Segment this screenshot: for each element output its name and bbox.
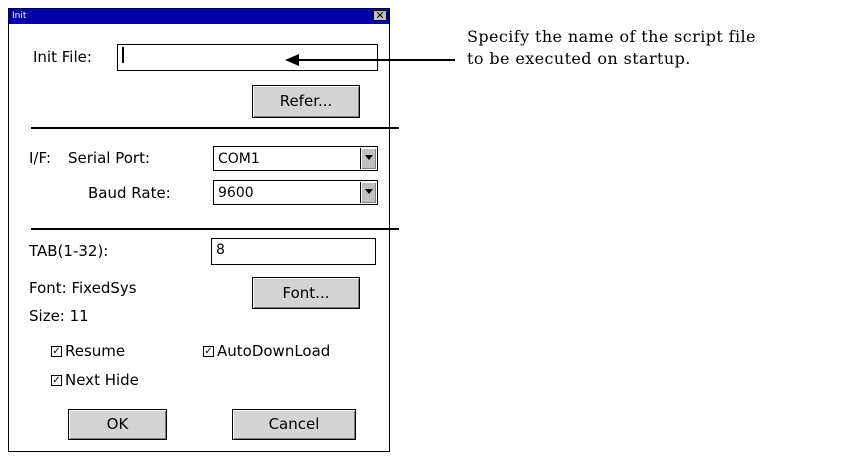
annotation-text: Specify the name of the script file to b… xyxy=(467,26,756,70)
annotation-line-2: to be executed on startup. xyxy=(467,49,691,68)
annotation-line-1: Specify the name of the script file xyxy=(467,27,756,46)
